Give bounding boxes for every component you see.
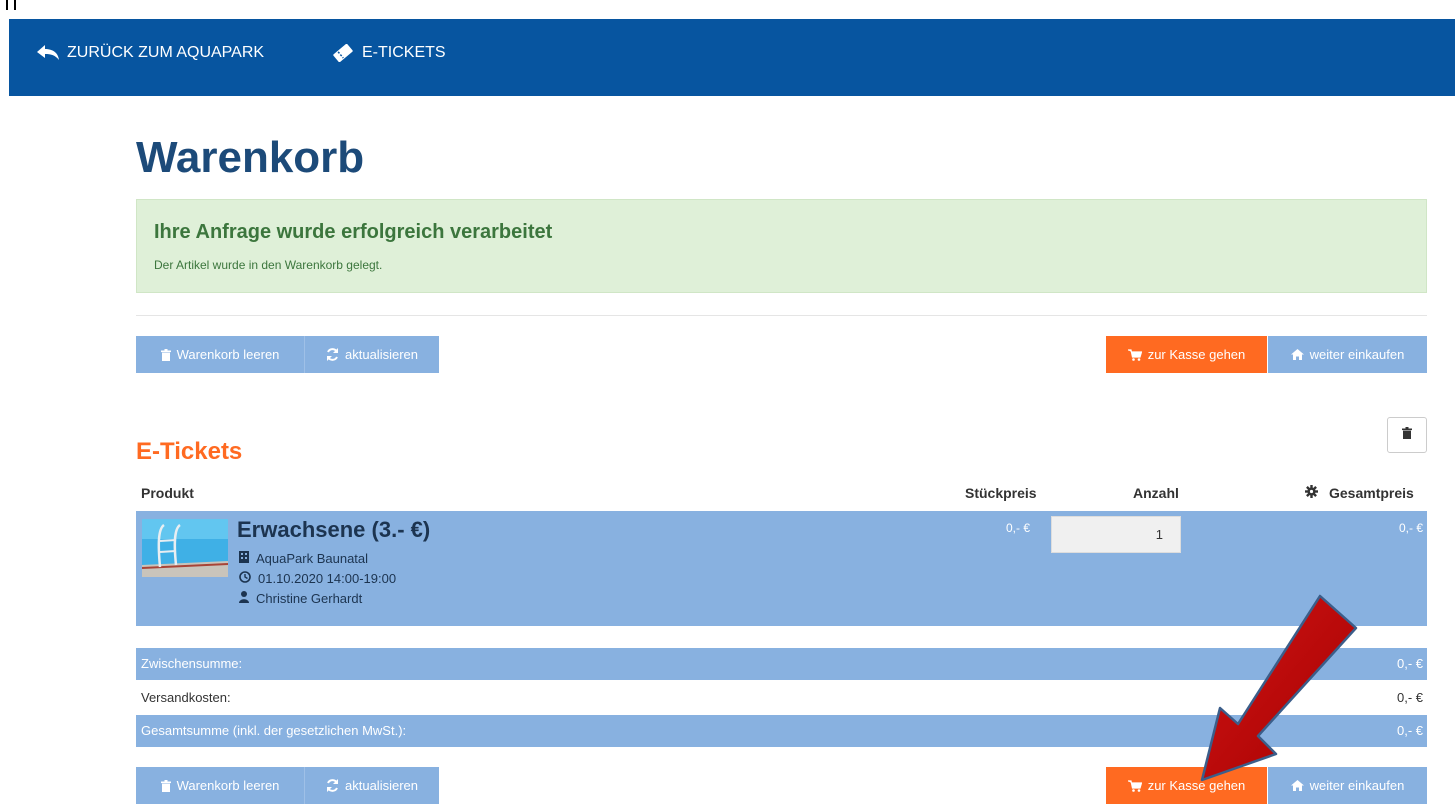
checkout-label: zur Kasse gehen — [1147, 347, 1246, 362]
table-row: Erwachsene (3.- €) AquaPark Baunatal 01.… — [136, 511, 1427, 626]
refresh-button-bottom[interactable]: aktualisieren — [305, 767, 439, 804]
home-icon — [1290, 349, 1304, 360]
unit-price-value: 0,- € — [1006, 521, 1031, 535]
product-location: AquaPark Baunatal — [239, 551, 368, 566]
total-price-header-label: Gesamtpreis — [1329, 485, 1414, 501]
trash-icon — [160, 348, 171, 361]
subtotal-value: 0,- € — [1396, 656, 1423, 671]
building-icon — [239, 551, 249, 566]
product-datetime: 01.10.2020 14:00-19:00 — [239, 571, 396, 586]
reply-arrow-icon — [37, 45, 59, 61]
total-price-value: 0,- € — [1398, 521, 1423, 535]
shipping-value: 0,- € — [1396, 690, 1423, 705]
person-text: Christine Gerhardt — [256, 591, 363, 606]
checkout-button-top[interactable]: zur Kasse gehen — [1106, 336, 1267, 373]
column-header-unit-price: Stückpreis — [965, 485, 1037, 501]
subtotal-label: Zwischensumme: — [141, 656, 243, 671]
back-to-aquapark-link[interactable]: ZURÜCK ZUM AQUAPARK — [37, 44, 264, 62]
empty-cart-label: Warenkorb leeren — [176, 347, 280, 362]
cart-icon — [1127, 779, 1142, 792]
home-icon — [1290, 780, 1304, 791]
remove-section-button[interactable] — [1387, 417, 1427, 453]
alert-title: Ihre Anfrage wurde erfolgreich verarbeit… — [154, 221, 553, 243]
grand-total-value: 0,- € — [1396, 723, 1423, 738]
divider — [136, 315, 1427, 316]
column-header-total-price: Gesamtpreis — [1305, 485, 1414, 501]
e-tickets-label: E-TICKETS — [362, 44, 446, 61]
page-title: Warenkorb — [136, 133, 365, 182]
column-header-quantity: Anzahl — [1133, 485, 1179, 501]
column-header-product: Produkt — [141, 485, 194, 501]
shipping-row: Versandkosten: 0,- € — [136, 682, 1427, 714]
quantity-input[interactable] — [1051, 516, 1181, 553]
trash-icon — [160, 779, 171, 792]
empty-cart-label: Warenkorb leeren — [176, 778, 280, 793]
ticket-icon — [332, 44, 354, 62]
section-title-e-tickets: E-Tickets — [136, 438, 243, 465]
grand-total-row: Gesamtsumme (inkl. der gesetzlichen MwSt… — [136, 715, 1427, 747]
gear-icon[interactable] — [1305, 485, 1318, 501]
product-person: Christine Gerhardt — [239, 591, 362, 606]
continue-shopping-button-top[interactable]: weiter einkaufen — [1268, 336, 1427, 373]
alert-message: Der Artikel wurde in den Warenkorb geleg… — [154, 258, 383, 272]
location-text: AquaPark Baunatal — [256, 551, 369, 566]
checkout-label: zur Kasse gehen — [1147, 778, 1246, 793]
corner-artifact — [6, 0, 16, 10]
subtotal-row: Zwischensumme: 0,- € — [136, 648, 1427, 680]
refresh-label: aktualisieren — [345, 778, 418, 793]
datetime-text: 01.10.2020 14:00-19:00 — [258, 571, 397, 586]
refresh-label: aktualisieren — [345, 347, 418, 362]
user-icon — [239, 591, 249, 606]
refresh-button-top[interactable]: aktualisieren — [305, 336, 439, 373]
cart-icon — [1127, 348, 1142, 361]
continue-shopping-button-bottom[interactable]: weiter einkaufen — [1268, 767, 1427, 804]
refresh-icon — [326, 779, 339, 792]
trash-icon — [1402, 426, 1412, 444]
e-tickets-link[interactable]: E-TICKETS — [332, 44, 446, 62]
product-name: Erwachsene (3.- €) — [237, 517, 431, 542]
continue-shopping-label: weiter einkaufen — [1309, 778, 1405, 793]
shipping-label: Versandkosten: — [141, 690, 231, 705]
clock-icon — [239, 571, 251, 586]
empty-cart-button-top[interactable]: Warenkorb leeren — [136, 336, 304, 373]
refresh-icon — [326, 348, 339, 361]
empty-cart-button-bottom[interactable]: Warenkorb leeren — [136, 767, 304, 804]
continue-shopping-label: weiter einkaufen — [1309, 347, 1405, 362]
top-navigation: ZURÜCK ZUM AQUAPARK E-TICKETS — [9, 19, 1455, 96]
grand-total-label: Gesamtsumme (inkl. der gesetzlichen MwSt… — [141, 723, 407, 738]
success-alert: Ihre Anfrage wurde erfolgreich verarbeit… — [136, 199, 1427, 293]
product-thumbnail — [142, 519, 228, 577]
checkout-button-bottom[interactable]: zur Kasse gehen — [1106, 767, 1267, 804]
back-link-label: ZURÜCK ZUM AQUAPARK — [67, 44, 265, 61]
